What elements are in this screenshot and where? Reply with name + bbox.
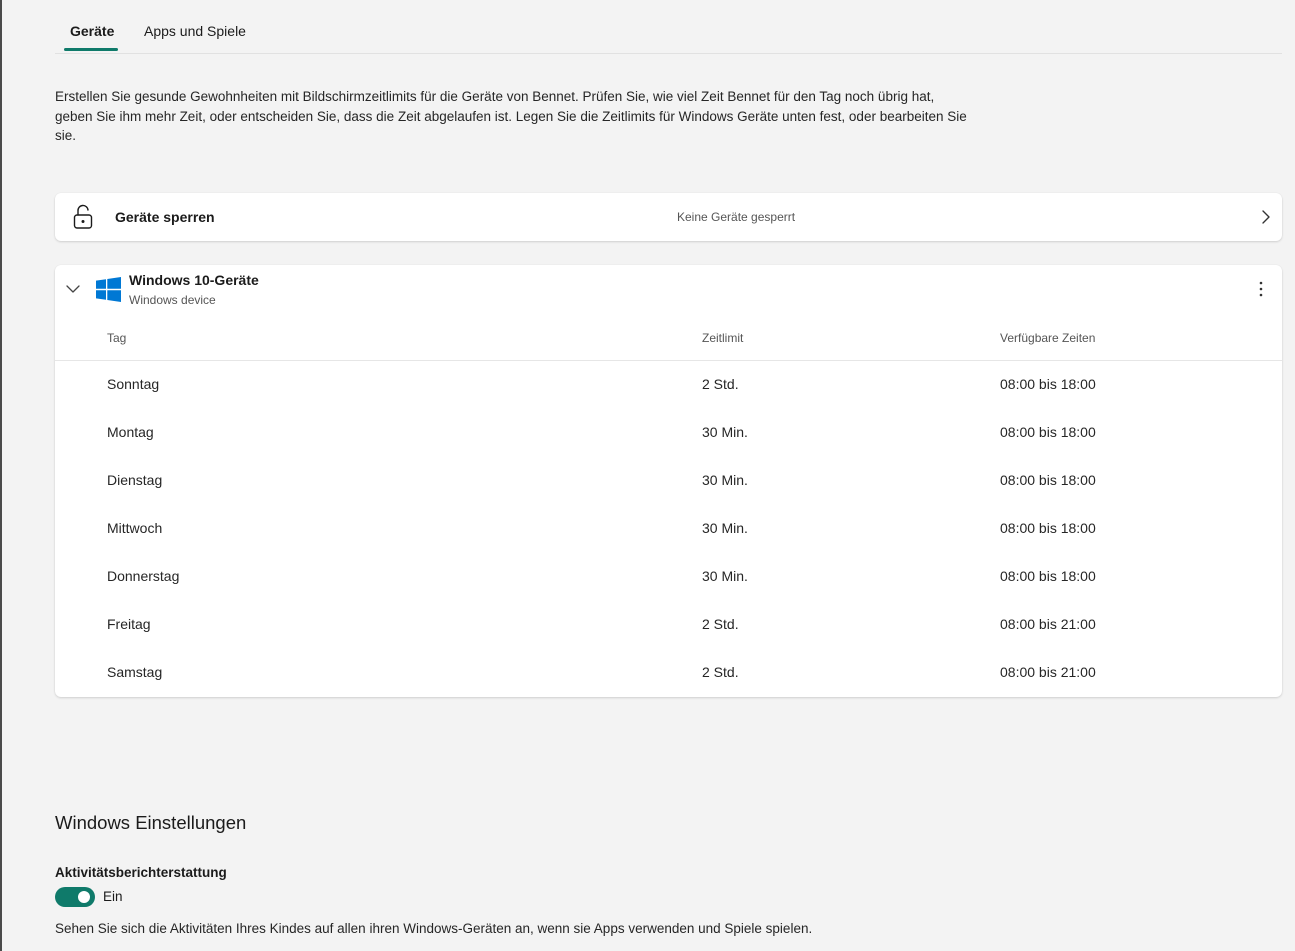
column-header-day: Tag xyxy=(107,331,127,345)
column-header-times: Verfügbare Zeiten xyxy=(1000,331,1096,345)
device-group-title: Windows 10-Geräte xyxy=(129,272,259,288)
times-cell: 08:00 bis 21:00 xyxy=(1000,664,1096,680)
table-row[interactable]: Dienstag 30 Min. 08:00 bis 18:00 xyxy=(55,457,1282,505)
table-row[interactable]: Montag 30 Min. 08:00 bis 18:00 xyxy=(55,409,1282,457)
day-cell: Samstag xyxy=(107,664,163,680)
table-row[interactable]: Donnerstag 30 Min. 08:00 bis 18:00 xyxy=(55,553,1282,601)
tab-bar: Geräte Apps und Spiele xyxy=(55,12,1282,54)
day-cell: Montag xyxy=(107,424,154,440)
table-row[interactable]: Samstag 2 Std. 08:00 bis 21:00 xyxy=(55,649,1282,697)
windows-logo-icon xyxy=(96,277,121,302)
day-cell: Dienstag xyxy=(107,472,163,488)
activity-reporting-toggle[interactable] xyxy=(55,887,95,907)
times-cell: 08:00 bis 18:00 xyxy=(1000,472,1096,488)
times-cell: 08:00 bis 18:00 xyxy=(1000,568,1096,584)
lock-devices-title: Geräte sperren xyxy=(115,209,215,225)
times-cell: 08:00 bis 18:00 xyxy=(1000,424,1096,440)
tab-apps-and-games[interactable]: Apps und Spiele xyxy=(144,23,246,39)
lock-devices-status: Keine Geräte gesperrt xyxy=(677,210,796,224)
active-tab-indicator xyxy=(64,48,118,51)
day-cell: Sonntag xyxy=(107,376,160,392)
times-cell: 08:00 bis 21:00 xyxy=(1000,616,1096,632)
limit-cell: 2 Std. xyxy=(702,664,739,680)
limit-cell: 30 Min. xyxy=(702,568,748,584)
day-cell: Freitag xyxy=(107,616,151,632)
day-cell: Mittwoch xyxy=(107,520,163,536)
activity-reporting-description: Sehen Sie sich die Aktivitäten Ihres Kin… xyxy=(55,921,813,936)
chevron-down-icon[interactable] xyxy=(64,282,82,296)
times-cell: 08:00 bis 18:00 xyxy=(1000,520,1096,536)
limit-cell: 30 Min. xyxy=(702,424,748,440)
times-cell: 08:00 bis 18:00 xyxy=(1000,376,1096,392)
table-row[interactable]: Sonntag 2 Std. 08:00 bis 18:00 xyxy=(55,361,1282,409)
day-cell: Donnerstag xyxy=(107,568,180,584)
activity-reporting-label: Aktivitätsberichterstattung xyxy=(55,865,227,880)
limit-cell: 30 Min. xyxy=(702,520,748,536)
tab-devices[interactable]: Geräte xyxy=(70,23,114,39)
limit-cell: 2 Std. xyxy=(702,376,739,392)
table-row[interactable]: Freitag 2 Std. 08:00 bis 21:00 xyxy=(55,601,1282,649)
table-row[interactable]: Mittwoch 30 Min. 08:00 bis 18:00 xyxy=(55,505,1282,553)
device-group-subtitle: Windows device xyxy=(129,293,216,307)
lock-devices-card[interactable]: Geräte sperren Keine Geräte gesperrt xyxy=(55,193,1282,241)
toggle-knob xyxy=(78,891,90,903)
chevron-right-icon[interactable] xyxy=(1258,208,1274,226)
intro-text: Erstellen Sie gesunde Gewohnheiten mit B… xyxy=(55,89,967,143)
more-options-icon[interactable] xyxy=(1251,279,1271,299)
limit-cell: 30 Min. xyxy=(702,472,748,488)
unlocked-padlock-icon xyxy=(73,204,93,229)
window-left-edge xyxy=(0,0,2,951)
windows-settings-title: Windows Einstellungen xyxy=(55,812,247,833)
limit-cell: 2 Std. xyxy=(702,616,739,632)
windows-devices-card: Windows 10-Geräte Windows device Tag Zei… xyxy=(55,265,1282,697)
toggle-state-label: Ein xyxy=(103,889,123,904)
column-header-limit: Zeitlimit xyxy=(702,331,744,345)
